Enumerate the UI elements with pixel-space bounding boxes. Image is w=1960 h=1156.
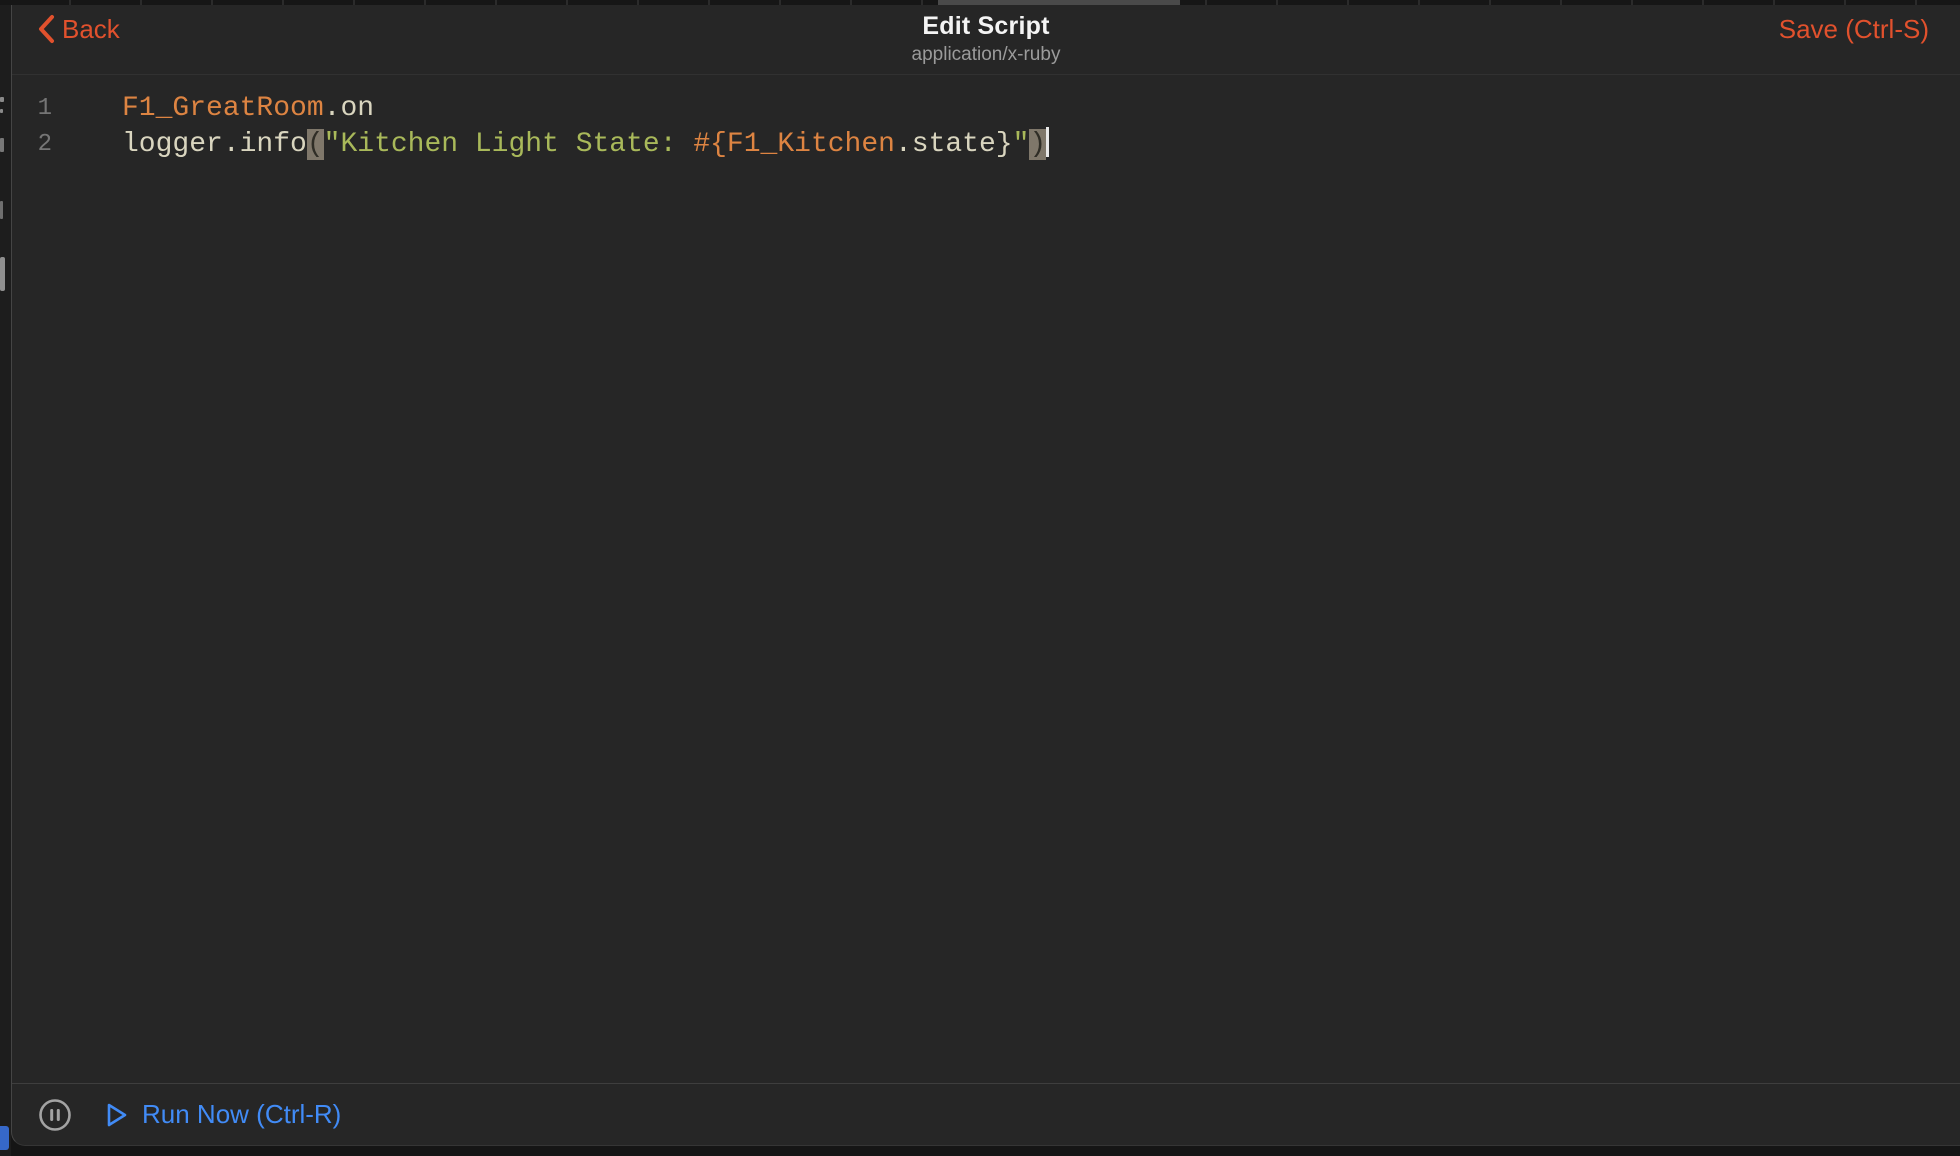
pause-circle-button[interactable]: [38, 1098, 72, 1132]
page-title: Edit Script: [12, 12, 1960, 41]
title-block: Edit Script application/x-ruby: [12, 12, 1960, 66]
code-token-string: ": [1013, 129, 1030, 160]
background-text-fragment: [0, 109, 3, 113]
code-token-plain: }: [996, 129, 1013, 160]
run-now-button[interactable]: Run Now (Ctrl-R): [105, 1099, 341, 1130]
run-now-label: Run Now (Ctrl-R): [142, 1099, 341, 1130]
background-text-fragment: [0, 257, 5, 291]
save-button-label: Save (Ctrl-S): [1779, 14, 1929, 45]
code-editor[interactable]: 1 F1_GreatRoom.on 2 logger.info("Kitchen Li…: [12, 75, 1960, 1083]
save-button[interactable]: Save (Ctrl-S): [1779, 13, 1929, 45]
code-token-plain: .on: [324, 93, 374, 124]
background-text-fragment: [0, 138, 4, 152]
edit-script-modal: Back Edit Script application/x-ruby Save…: [11, 5, 1960, 1146]
code-token-variable: F1_GreatRoom: [122, 93, 324, 124]
navbar: Back Edit Script application/x-ruby Save…: [12, 5, 1960, 75]
text-cursor: [1046, 127, 1049, 157]
background-text-fragment: [0, 201, 3, 219]
background-blue-fragment: [0, 1126, 9, 1150]
pause-circle-icon: [38, 1119, 72, 1136]
line-number: 1: [12, 91, 52, 127]
code-token-bracket-match: ): [1029, 129, 1046, 160]
code-lines: 1 F1_GreatRoom.on 2 logger.info("Kitchen Li…: [12, 91, 1960, 163]
code-line[interactable]: 1 F1_GreatRoom.on: [12, 91, 1960, 127]
code-line[interactable]: 2 logger.info("Kitchen Light State: #{F1_…: [12, 127, 1960, 163]
background-text-fragment: [0, 97, 4, 102]
bottom-toolbar: Run Now (Ctrl-R): [12, 1083, 1960, 1145]
background-left-edge: [0, 5, 11, 1156]
code-text: F1_GreatRoom.on: [122, 91, 374, 127]
code-token-variable: #{F1_Kitchen: [693, 129, 895, 160]
line-number: 2: [12, 127, 52, 163]
code-token-plain: logger.info: [122, 129, 307, 160]
code-token-bracket-match: (: [307, 129, 324, 160]
play-icon: [105, 1101, 129, 1129]
script-mime-type: application/x-ruby: [12, 44, 1960, 66]
code-token-plain: .state: [895, 129, 996, 160]
code-text: logger.info("Kitchen Light State: #{F1_K…: [122, 127, 1049, 163]
code-token-string: "Kitchen Light State:: [324, 129, 694, 160]
